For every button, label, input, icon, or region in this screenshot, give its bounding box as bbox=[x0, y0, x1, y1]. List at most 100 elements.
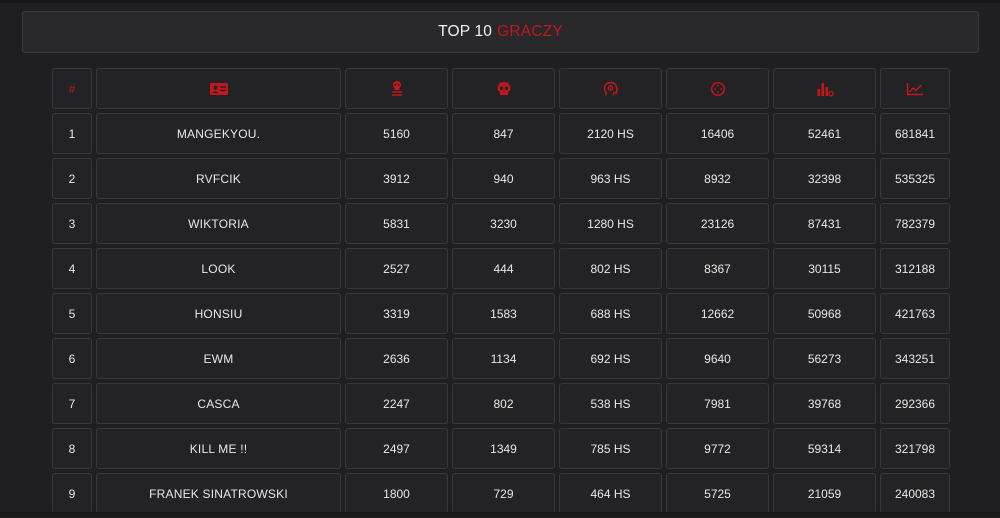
header-shots[interactable] bbox=[666, 68, 769, 109]
table-row[interactable]: 5 HONSIU 3319 1583 688 HS 12662 50968 42… bbox=[52, 293, 950, 334]
skull-crossbones-icon bbox=[391, 80, 402, 96]
bottom-edge bbox=[0, 512, 1000, 517]
cell-deaths: 847 bbox=[452, 113, 555, 154]
header-rank[interactable]: # bbox=[52, 68, 92, 109]
cell-rank: 8 bbox=[52, 428, 92, 469]
cell-player-name: FRANEK SINATROWSKI bbox=[96, 473, 341, 514]
title-part-graczy: GRACZY bbox=[497, 23, 563, 40]
cell-damage: 240083 bbox=[880, 473, 950, 514]
cell-hits: 30115 bbox=[773, 248, 876, 289]
cell-headshots: 963 HS bbox=[559, 158, 662, 199]
cell-damage: 312188 bbox=[880, 248, 950, 289]
cell-player-name: CASCA bbox=[96, 383, 341, 424]
cell-hits: 32398 bbox=[773, 158, 876, 199]
cell-rank: 4 bbox=[52, 248, 92, 289]
cell-damage: 321798 bbox=[880, 428, 950, 469]
cell-hits: 50968 bbox=[773, 293, 876, 334]
table-row[interactable]: 8 KILL ME !! 2497 1349 785 HS 9772 59314… bbox=[52, 428, 950, 469]
cell-deaths: 729 bbox=[452, 473, 555, 514]
cell-player-name: RVFCIK bbox=[96, 158, 341, 199]
cell-headshots: 785 HS bbox=[559, 428, 662, 469]
cell-player-name: EWM bbox=[96, 338, 341, 379]
cell-shots: 16406 bbox=[666, 113, 769, 154]
cell-kills: 2636 bbox=[345, 338, 448, 379]
leaderboard-table: # 1 MANGEKYOU. 5160 847 2120 HS 16406 52… bbox=[48, 64, 954, 518]
cell-hits: 56273 bbox=[773, 338, 876, 379]
cell-shots: 23126 bbox=[666, 203, 769, 244]
table-row[interactable]: 9 FRANEK SINATROWSKI 1800 729 464 HS 572… bbox=[52, 473, 950, 514]
table-row[interactable]: 1 MANGEKYOU. 5160 847 2120 HS 16406 5246… bbox=[52, 113, 950, 154]
cell-hits: 87431 bbox=[773, 203, 876, 244]
header-deaths[interactable] bbox=[452, 68, 555, 109]
cell-kills: 5160 bbox=[345, 113, 448, 154]
table-row[interactable]: 7 CASCA 2247 802 538 HS 7981 39768 29236… bbox=[52, 383, 950, 424]
cell-hits: 21059 bbox=[773, 473, 876, 514]
table-row[interactable]: 4 LOOK 2527 444 802 HS 8367 30115 312188 bbox=[52, 248, 950, 289]
cell-shots: 8367 bbox=[666, 248, 769, 289]
skull-icon bbox=[497, 81, 510, 95]
cell-rank: 9 bbox=[52, 473, 92, 514]
cell-damage: 535325 bbox=[880, 158, 950, 199]
cell-hits: 59314 bbox=[773, 428, 876, 469]
cell-damage: 292366 bbox=[880, 383, 950, 424]
cell-shots: 5725 bbox=[666, 473, 769, 514]
header-kills[interactable] bbox=[345, 68, 448, 109]
cell-rank: 7 bbox=[52, 383, 92, 424]
cell-damage: 343251 bbox=[880, 338, 950, 379]
cell-headshots: 2120 HS bbox=[559, 113, 662, 154]
id-card-icon bbox=[209, 82, 228, 95]
cell-deaths: 1134 bbox=[452, 338, 555, 379]
cell-kills: 2497 bbox=[345, 428, 448, 469]
header-row: # bbox=[52, 68, 950, 109]
cell-damage: 681841 bbox=[880, 113, 950, 154]
cell-player-name: LOOK bbox=[96, 248, 341, 289]
table-row[interactable]: 3 WIKTORIA 5831 3230 1280 HS 23126 87431… bbox=[52, 203, 950, 244]
page-title: TOP 10 GRACZY bbox=[22, 11, 979, 53]
cell-headshots: 464 HS bbox=[559, 473, 662, 514]
cell-kills: 2527 bbox=[345, 248, 448, 289]
cell-headshots: 802 HS bbox=[559, 248, 662, 289]
cell-player-name: KILL ME !! bbox=[96, 428, 341, 469]
head-target-icon bbox=[603, 81, 618, 95]
cell-kills: 3319 bbox=[345, 293, 448, 334]
cell-kills: 1800 bbox=[345, 473, 448, 514]
cell-kills: 2247 bbox=[345, 383, 448, 424]
cell-kills: 5831 bbox=[345, 203, 448, 244]
cell-player-name: MANGEKYOU. bbox=[96, 113, 341, 154]
cell-damage: 421763 bbox=[880, 293, 950, 334]
cell-rank: 5 bbox=[52, 293, 92, 334]
cell-shots: 9640 bbox=[666, 338, 769, 379]
cell-rank: 1 bbox=[52, 113, 92, 154]
cell-shots: 7981 bbox=[666, 383, 769, 424]
header-name[interactable] bbox=[96, 68, 341, 109]
top-edge bbox=[0, 0, 1000, 3]
cell-shots: 8932 bbox=[666, 158, 769, 199]
hash-label: # bbox=[68, 83, 76, 96]
header-damage[interactable] bbox=[880, 68, 950, 109]
title-part-top10: TOP 10 bbox=[438, 23, 493, 40]
cell-hits: 39768 bbox=[773, 383, 876, 424]
cell-deaths: 1583 bbox=[452, 293, 555, 334]
cell-player-name: HONSIU bbox=[96, 293, 341, 334]
cell-headshots: 692 HS bbox=[559, 338, 662, 379]
cell-deaths: 1349 bbox=[452, 428, 555, 469]
crosshair-icon bbox=[710, 81, 725, 96]
cell-headshots: 688 HS bbox=[559, 293, 662, 334]
cell-rank: 2 bbox=[52, 158, 92, 199]
cell-deaths: 802 bbox=[452, 383, 555, 424]
cell-headshots: 1280 HS bbox=[559, 203, 662, 244]
cell-deaths: 444 bbox=[452, 248, 555, 289]
chart-bars-coins-icon bbox=[817, 82, 834, 96]
table-row[interactable]: 2 RVFCIK 3912 940 963 HS 8932 32398 5353… bbox=[52, 158, 950, 199]
cell-hits: 52461 bbox=[773, 113, 876, 154]
cell-deaths: 3230 bbox=[452, 203, 555, 244]
cell-shots: 9772 bbox=[666, 428, 769, 469]
header-headshots[interactable] bbox=[559, 68, 662, 109]
cell-damage: 782379 bbox=[880, 203, 950, 244]
table-row[interactable]: 6 EWM 2636 1134 692 HS 9640 56273 343251 bbox=[52, 338, 950, 379]
header-hits[interactable] bbox=[773, 68, 876, 109]
cell-kills: 3912 bbox=[345, 158, 448, 199]
cell-headshots: 538 HS bbox=[559, 383, 662, 424]
cell-shots: 12662 bbox=[666, 293, 769, 334]
cell-rank: 3 bbox=[52, 203, 92, 244]
